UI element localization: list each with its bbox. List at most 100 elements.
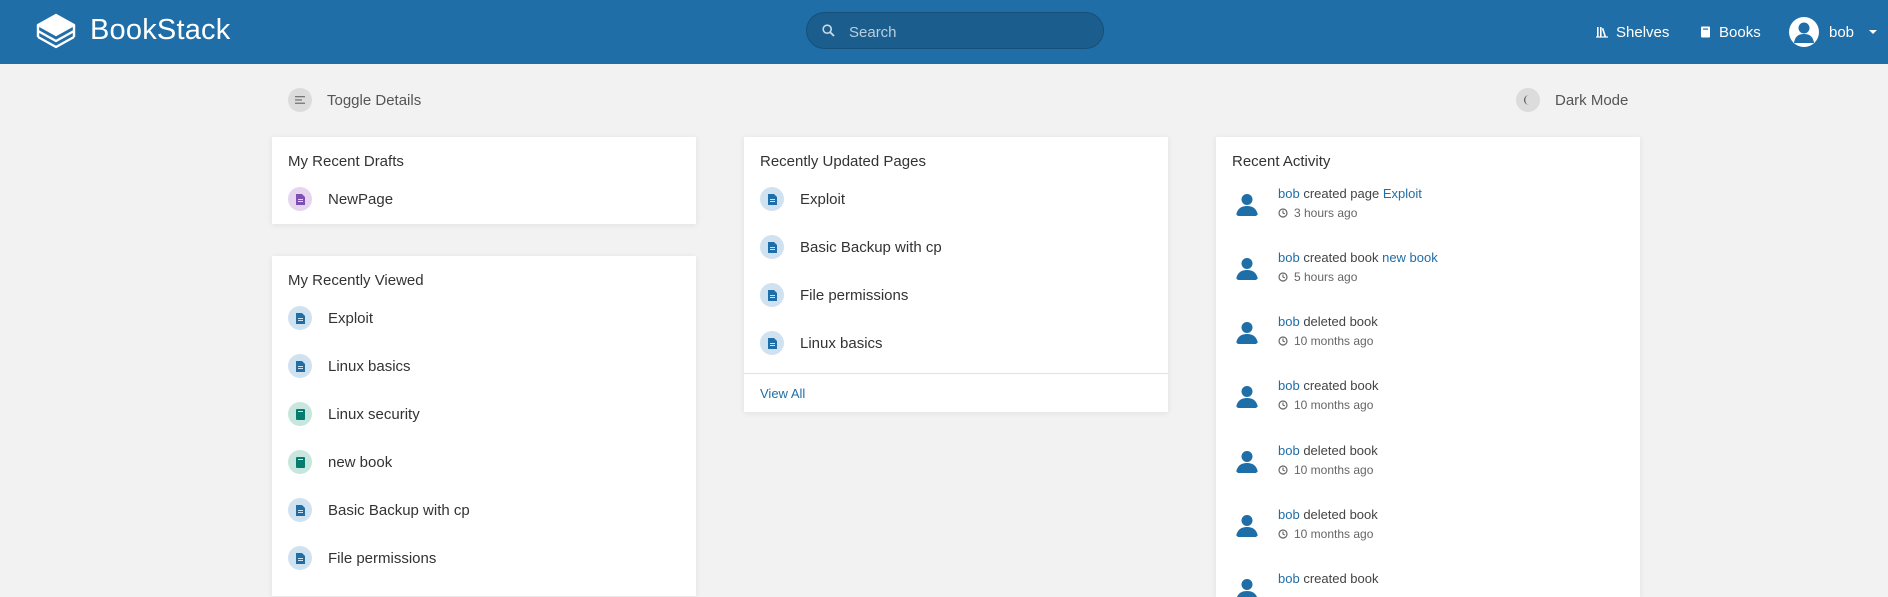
activity-item: bob created book 10 months ago	[1232, 378, 1622, 425]
bookstack-logo-icon[interactable]	[34, 11, 78, 51]
page-icon	[760, 187, 784, 211]
activity-action: created book	[1299, 378, 1379, 393]
user-avatar-icon	[1232, 574, 1262, 597]
activity-time-label: 3 hours ago	[1294, 206, 1358, 220]
book-icon	[1701, 26, 1710, 38]
list-item[interactable]: Basic Backup with cp	[760, 235, 942, 259]
clock-icon	[1278, 400, 1288, 410]
toggle-details-label: Toggle Details	[327, 91, 422, 109]
search-icon	[822, 24, 835, 37]
page-icon	[760, 235, 784, 259]
nav-shelves[interactable]: Shelves	[1596, 0, 1669, 64]
user-menu[interactable]: bob	[1789, 0, 1878, 64]
user-avatar-icon	[1232, 381, 1262, 411]
activity-action: created page	[1299, 186, 1383, 201]
book-icon	[288, 450, 312, 474]
user-icon	[1794, 22, 1814, 43]
activity-action: created book	[1299, 250, 1383, 265]
app-name[interactable]: BookStack	[90, 14, 230, 47]
clock-icon	[1278, 465, 1288, 475]
activity-item: bob created book	[1232, 571, 1622, 597]
list-item[interactable]: File permissions	[760, 283, 908, 307]
activity-time: 10 months ago	[1278, 463, 1373, 477]
user-avatar-icon	[1232, 189, 1262, 219]
activity-time: 10 months ago	[1278, 398, 1373, 412]
user-avatar-icon	[1232, 253, 1262, 283]
activity-time: 5 hours ago	[1278, 270, 1357, 284]
activity-user-link[interactable]: bob	[1278, 186, 1300, 201]
list-item-label: Basic Backup with cp	[800, 238, 942, 256]
activity-user-link[interactable]: bob	[1278, 443, 1300, 458]
nav-books[interactable]: Books	[1700, 0, 1761, 64]
activity-text: bob created book new book	[1278, 250, 1438, 265]
activity-text: bob created book	[1278, 571, 1378, 586]
activity-item: bob deleted book 10 months ago	[1232, 443, 1622, 490]
activity-user-link[interactable]: bob	[1278, 571, 1300, 586]
list-item[interactable]: File permissions	[288, 546, 436, 570]
user-avatar-icon	[1232, 317, 1262, 347]
list-item-label: Linux security	[328, 405, 420, 423]
activity-action: deleted book	[1299, 443, 1378, 458]
list-item-label: NewPage	[328, 190, 394, 208]
recently-updated-card: Recently Updated Pages Exploit Basic Bac…	[744, 137, 1168, 412]
view-all-link[interactable]: View All	[760, 386, 805, 401]
card-title: My Recent Drafts	[288, 153, 404, 170]
activity-time: 10 months ago	[1278, 334, 1373, 348]
activity-item: bob deleted book 10 months ago	[1232, 507, 1622, 554]
list-item[interactable]: Linux basics	[760, 331, 883, 355]
clock-icon	[1278, 208, 1288, 218]
activity-target-link[interactable]: new book	[1382, 250, 1438, 265]
activity-text: bob deleted book	[1278, 314, 1378, 329]
activity-time: 3 hours ago	[1278, 206, 1357, 220]
list-item-label: File permissions	[328, 549, 437, 567]
user-avatar-icon	[1232, 510, 1262, 540]
page-icon	[288, 498, 312, 522]
activity-time-label: 10 months ago	[1294, 334, 1374, 348]
activity-user-link[interactable]: bob	[1278, 378, 1300, 393]
search-box[interactable]	[806, 12, 1104, 49]
book-icon	[288, 402, 312, 426]
search-input[interactable]	[847, 19, 1091, 45]
card-title: My Recently Viewed	[288, 272, 424, 289]
activity-action: created book	[1299, 571, 1379, 586]
list-item[interactable]: Linux basics	[288, 354, 411, 378]
page-icon	[760, 331, 784, 355]
list-item[interactable]: Exploit	[288, 306, 373, 330]
page-icon	[288, 546, 312, 570]
toggle-details-button[interactable]: Toggle Details	[288, 88, 421, 112]
activity-item: bob created book new book 5 hours ago	[1232, 250, 1622, 297]
dark-mode-label: Dark Mode	[1555, 91, 1629, 109]
activity-user-link[interactable]: bob	[1278, 507, 1300, 522]
activity-user-link[interactable]: bob	[1278, 250, 1300, 265]
list-item-label: Basic Backup with cp	[328, 501, 470, 519]
list-item-label: Exploit	[800, 190, 846, 208]
activity-text: bob deleted book	[1278, 507, 1378, 522]
activity-action: deleted book	[1299, 507, 1378, 522]
activity-time-label: 10 months ago	[1294, 527, 1374, 541]
clock-icon	[1278, 529, 1288, 539]
user-avatar-icon	[1232, 446, 1262, 476]
activity-time-label: 10 months ago	[1294, 463, 1374, 477]
list-item[interactable]: Basic Backup with cp	[288, 498, 470, 522]
page-icon	[288, 306, 312, 330]
card-title: Recently Updated Pages	[760, 153, 926, 170]
page-icon	[288, 354, 312, 378]
activity-target-link[interactable]: Exploit	[1383, 186, 1422, 201]
activity-item: bob created page Exploit 3 hours ago	[1232, 186, 1622, 233]
list-item[interactable]: new book	[288, 450, 392, 474]
dark-mode-button[interactable]: Dark Mode	[1516, 88, 1628, 112]
list-item[interactable]: NewPage	[288, 187, 393, 211]
activity-item: bob deleted book 10 months ago	[1232, 314, 1622, 361]
list-item-label: new book	[328, 453, 393, 471]
activity-text: bob created page Exploit	[1278, 186, 1422, 201]
draft-page-icon	[288, 187, 312, 211]
user-name: bob	[1829, 23, 1855, 41]
recent-drafts-card: My Recent Drafts NewPage	[272, 137, 696, 224]
activity-time-label: 5 hours ago	[1294, 270, 1358, 284]
list-item-label: Exploit	[328, 309, 374, 327]
activity-user-link[interactable]: bob	[1278, 314, 1300, 329]
activity-text: bob created book	[1278, 378, 1378, 393]
list-item[interactable]: Exploit	[760, 187, 845, 211]
list-item[interactable]: Linux security	[288, 402, 420, 426]
card-title: Recent Activity	[1232, 153, 1331, 170]
